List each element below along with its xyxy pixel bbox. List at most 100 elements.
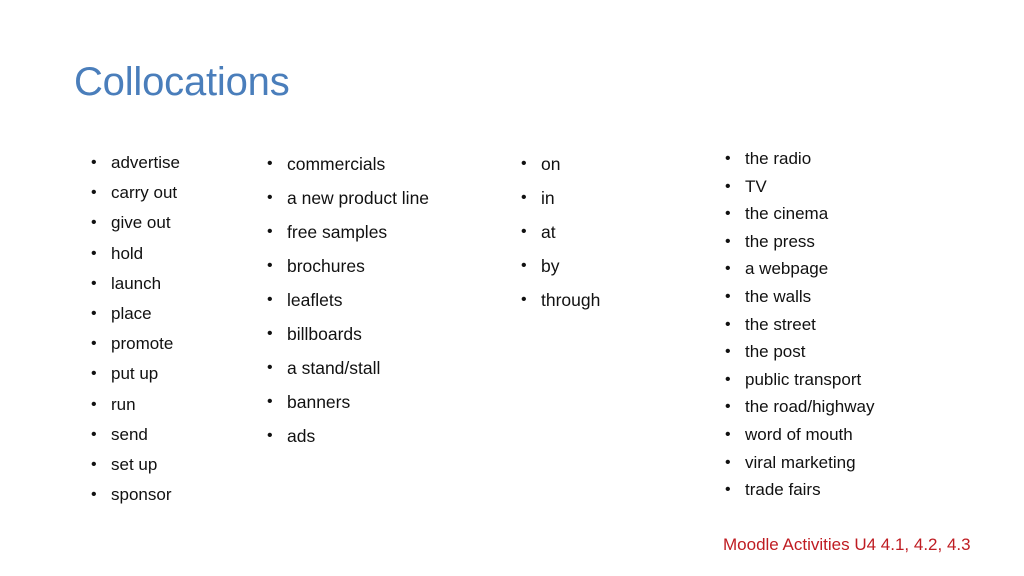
list-item-label: the press [745, 231, 815, 251]
list-item: • ads [265, 419, 429, 453]
slide-canvas: Collocations • advertise • carry out • give o… [0, 0, 1024, 576]
bullet-dot-icon: • [91, 395, 97, 413]
list-item-label: the radio [745, 149, 812, 168]
bullet-dot-icon: • [725, 315, 731, 333]
list-item-label: through [541, 290, 601, 310]
bullet-dot-icon: • [267, 359, 273, 376]
bullet-dot-icon: • [91, 305, 97, 323]
bullet-dot-icon: • [725, 370, 731, 388]
list-item-label: leaflets [287, 290, 343, 310]
list-item-label: the street [745, 314, 816, 334]
bullet-list-prepositions: • on • in • at • by • through [519, 147, 600, 317]
bullet-dot-icon: • [725, 453, 731, 471]
bullet-dot-icon: • [725, 205, 731, 223]
list-item: • TV [723, 173, 874, 201]
list-item: • the post [723, 338, 874, 366]
bullet-dot-icon: • [725, 150, 731, 167]
list-item-label: TV [745, 176, 767, 196]
list-item: • commercials [265, 147, 429, 181]
list-item: • sponsor [89, 480, 180, 510]
list-item-label: in [541, 188, 555, 208]
list-item-label: the cinema [745, 204, 829, 224]
bullet-dot-icon: • [267, 257, 273, 274]
list-item: • by [519, 249, 600, 283]
list-item: • banners [265, 385, 429, 419]
list-item-label: a stand/stall [287, 358, 381, 378]
list-item: • a new product line [265, 181, 429, 215]
list-item-label: give out [111, 213, 171, 233]
list-item-label: a webpage [745, 259, 829, 279]
list-item: • a stand/stall [265, 351, 429, 385]
bullet-dot-icon: • [267, 291, 273, 308]
bullet-dot-icon: • [725, 398, 731, 416]
list-item-label: the road/highway [745, 397, 875, 417]
bullet-dot-icon: • [521, 155, 527, 172]
list-item: • place [89, 299, 180, 329]
bullet-dot-icon: • [267, 223, 273, 240]
list-item-label: launch [111, 273, 162, 293]
bullet-dot-icon: • [725, 425, 731, 443]
bullet-dot-icon: • [91, 184, 97, 202]
bullet-dot-icon: • [267, 325, 273, 342]
bullet-dot-icon: • [725, 481, 731, 499]
bullet-dot-icon: • [91, 486, 97, 504]
bullet-dot-icon: • [725, 343, 731, 361]
list-item: • set up [89, 450, 180, 480]
list-item: • hold [89, 239, 180, 269]
list-item-label: billboards [287, 324, 362, 344]
list-item-label: the post [745, 342, 806, 362]
list-item-label: place [111, 304, 152, 324]
list-item: • run [89, 390, 180, 420]
bullet-dot-icon: • [521, 257, 527, 274]
bullet-list-verbs: • advertise • carry out • give out • hold • launc… [89, 148, 180, 510]
list-item: • the road/highway [723, 393, 874, 421]
list-item: • on [519, 147, 600, 181]
list-item-label: by [541, 256, 560, 276]
bullet-dot-icon: • [267, 155, 273, 172]
list-item: • the cinema [723, 200, 874, 228]
list-item-label: advertise [111, 153, 180, 172]
bullet-dot-icon: • [91, 214, 97, 232]
list-item-label: run [111, 394, 136, 414]
bullet-dot-icon: • [267, 393, 273, 410]
list-item: • a webpage [723, 255, 874, 283]
list-item: • give out [89, 208, 180, 238]
list-item-label: a new product line [287, 188, 430, 208]
list-item-label: trade fairs [745, 480, 821, 500]
bullet-dot-icon: • [91, 274, 97, 292]
list-item-label: hold [111, 243, 144, 263]
list-item: • at [519, 215, 600, 249]
list-item-label: the walls [745, 286, 812, 306]
bullet-dot-icon: • [91, 456, 97, 474]
list-item: • billboards [265, 317, 429, 351]
list-item-label: at [541, 222, 556, 242]
bullet-dot-icon: • [91, 335, 97, 353]
bullet-dot-icon: • [91, 365, 97, 383]
list-item: • send [89, 420, 180, 450]
bullet-list-media: • the radio • TV • the cinema • the press • a web… [723, 145, 874, 504]
list-item-label: brochures [287, 256, 365, 276]
bullet-dot-icon: • [91, 425, 97, 443]
list-item-label: free samples [287, 222, 388, 242]
bullet-dot-icon: • [521, 189, 527, 206]
list-item: • word of mouth [723, 421, 874, 449]
bullet-dot-icon: • [725, 287, 731, 305]
list-item: • trade fairs [723, 476, 874, 504]
list-item: • in [519, 181, 600, 215]
list-item-label: promote [111, 334, 174, 354]
list-item-label: banners [287, 392, 351, 412]
list-item: • free samples [265, 215, 429, 249]
bullet-dot-icon: • [725, 177, 731, 195]
bullet-dot-icon: • [521, 223, 527, 240]
bullet-dot-icon: • [91, 244, 97, 262]
list-item-label: word of mouth [745, 424, 853, 444]
list-item: • brochures [265, 249, 429, 283]
list-item-label: viral marketing [745, 452, 856, 472]
bullet-dot-icon: • [725, 260, 731, 278]
list-item-label: ads [287, 426, 316, 446]
bullet-dot-icon: • [267, 427, 273, 444]
list-item: • the street [723, 311, 874, 339]
list-item-label: put up [111, 364, 159, 384]
bullet-dot-icon: • [725, 232, 731, 250]
list-item-label: carry out [111, 183, 178, 203]
